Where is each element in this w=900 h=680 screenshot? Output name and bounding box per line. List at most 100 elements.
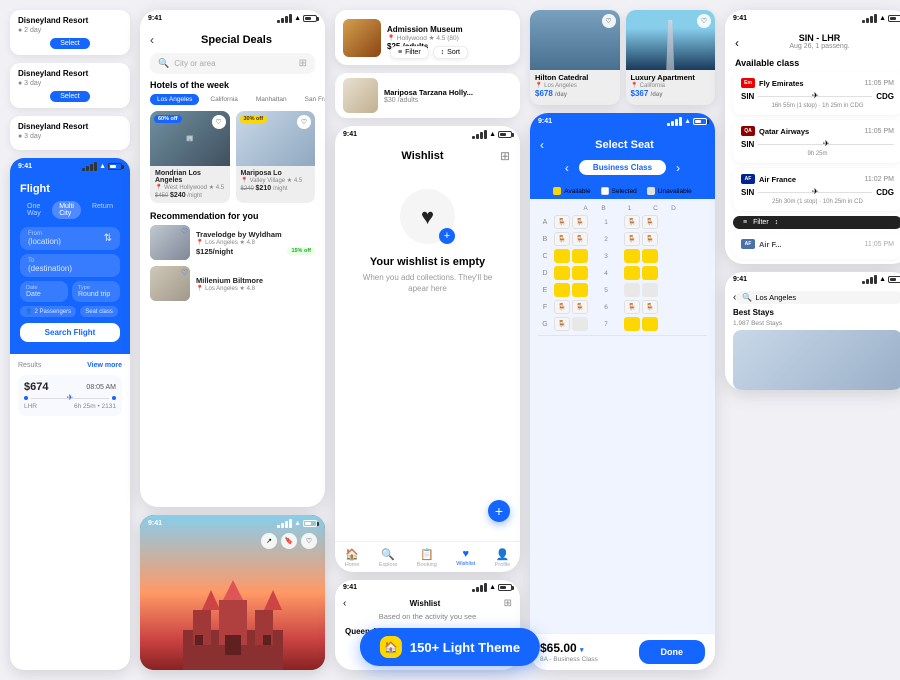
hs-search-bar[interactable]: 🔍 Los Angeles bbox=[736, 291, 900, 304]
sd-filter-icon[interactable]: ⊞ bbox=[299, 58, 307, 69]
seat-E2[interactable] bbox=[572, 283, 588, 297]
to-input[interactable]: To (destination) bbox=[20, 254, 120, 277]
class-next-button[interactable]: › bbox=[676, 161, 680, 175]
seat-G1[interactable]: 🪑 bbox=[554, 317, 570, 331]
sd-back-button[interactable]: ‹ bbox=[150, 33, 154, 47]
castle-background: ↗ 🔖 ♡ bbox=[140, 515, 325, 670]
luxury-apt-card[interactable]: ♡ Luxury Apartment 📍 California $367 /da… bbox=[626, 10, 716, 105]
af2-name: Air F... bbox=[759, 240, 782, 249]
filter-button[interactable]: ≡ Filter bbox=[390, 46, 429, 59]
travelodge-heart-icon[interactable]: ♡ bbox=[181, 227, 188, 236]
airline-card-airfrance[interactable]: AF Air France 11:02 PM SIN ✈ CDG 25h 30m… bbox=[733, 168, 900, 211]
seat-G3[interactable] bbox=[624, 317, 640, 331]
sd-search-bar[interactable]: 🔍 City or area ⊞ bbox=[150, 53, 315, 74]
done-button[interactable]: Done bbox=[639, 640, 706, 664]
city-tab-ca[interactable]: California bbox=[203, 94, 244, 105]
nav-explore[interactable]: 🔍 Explore bbox=[379, 548, 398, 568]
rec-card-travelodge[interactable]: ♡ Travelodge by Wyldham 📍 Los Angeles ★ … bbox=[140, 225, 325, 266]
swap-icon[interactable]: ⇅ bbox=[104, 233, 112, 244]
seat-C4-selected[interactable] bbox=[642, 249, 658, 263]
multi-city-tab[interactable]: Multi City bbox=[52, 201, 81, 219]
castle-bookmark-button[interactable]: 🔖 bbox=[281, 533, 297, 549]
seat-F1[interactable]: 🪑 bbox=[554, 300, 570, 314]
seat-F3[interactable]: 🪑 bbox=[624, 300, 640, 314]
qatar-stop-info: 9h 25m bbox=[741, 151, 894, 157]
seat-F4[interactable]: 🪑 bbox=[642, 300, 658, 314]
wishlist-fab-button[interactable]: + bbox=[488, 500, 510, 522]
legend-selected-icon bbox=[601, 187, 609, 195]
search-flight-button[interactable]: Search Flight bbox=[20, 323, 120, 342]
seat-battery-icon bbox=[693, 118, 707, 125]
nav-home[interactable]: 🏠 Home bbox=[345, 548, 360, 568]
from-input[interactable]: From (location) ⇅ bbox=[20, 227, 120, 250]
seat-B3[interactable]: 🪑 bbox=[624, 232, 640, 246]
airline-card-af2[interactable]: AF Air F... 11:05 PM bbox=[733, 233, 900, 259]
airfrance-time: 11:02 PM bbox=[865, 176, 894, 183]
seat-class-chip[interactable]: Seat class bbox=[80, 306, 118, 317]
seat-D1[interactable] bbox=[554, 266, 570, 280]
view-more-link[interactable]: View more bbox=[87, 362, 122, 369]
row-letter-B: B bbox=[538, 236, 552, 243]
hilton-heart-button[interactable]: ♡ bbox=[602, 14, 616, 28]
seat-A1[interactable]: 🪑 bbox=[554, 215, 570, 229]
sort-button[interactable]: ↕ Sort bbox=[433, 46, 468, 59]
seat-F2[interactable]: 🪑 bbox=[572, 300, 588, 314]
hotel-card-mariposa[interactable]: 30% off ♡ Mariposa Lo 📍 Valley Village ★… bbox=[236, 111, 316, 203]
w2-back-button[interactable]: ‹ bbox=[343, 598, 346, 609]
wishlist-options-icon[interactable]: ⊞ bbox=[500, 149, 510, 163]
mariposa-wishlist-button[interactable]: ♡ bbox=[297, 115, 311, 129]
seat-D2[interactable] bbox=[572, 266, 588, 280]
w2-options-icon[interactable]: ⊞ bbox=[504, 598, 512, 609]
seat-B4[interactable]: 🪑 bbox=[642, 232, 658, 246]
luxury-heart-button[interactable]: ♡ bbox=[697, 14, 711, 28]
hilton-card[interactable]: ♡ Hilton Catedral 📍 Los Angeles $678 /da… bbox=[530, 10, 620, 105]
rec-card-millenium[interactable]: ♡ Millenium Biltmore 📍 Los Angeles ★ 4.8 bbox=[140, 266, 325, 307]
hotel-card-mondrian[interactable]: 🏢 60% off ♡ Mondrian Los Angeles 📍 West … bbox=[150, 111, 230, 203]
city-tab-sf[interactable]: San Franc bbox=[298, 94, 325, 105]
emirates-stop-info: 16h 55m (1 stop) · 1h 25m in CDG bbox=[741, 103, 894, 109]
nav-profile[interactable]: 👤 Profile bbox=[495, 548, 511, 568]
seat-price: $65.00 ▾ bbox=[540, 641, 598, 655]
mondrian-wishlist-button[interactable]: ♡ bbox=[212, 115, 226, 129]
nav-wishlist[interactable]: ♥ Wishlist bbox=[456, 548, 475, 568]
nav-booking[interactable]: 📋 Booking bbox=[417, 548, 437, 568]
select-button-1[interactable]: Select bbox=[50, 38, 89, 49]
airline-card-emirates[interactable]: Em Fly Emirates 11:05 PM SIN ✈ CDG 16h 5… bbox=[733, 72, 900, 115]
mariposa-location: 📍 Valley Village ★ 4.5 bbox=[241, 177, 311, 184]
return-tab[interactable]: Return bbox=[85, 201, 120, 219]
seat-D3[interactable] bbox=[624, 266, 640, 280]
airline-card-qatar[interactable]: QA Qatar Airways 11:05 PM SIN ✈ 9h 25m bbox=[733, 120, 900, 163]
castle-wifi-icon: ▲ bbox=[294, 520, 301, 527]
recommendation-label: Recommendation for you bbox=[140, 203, 325, 225]
select-button-2[interactable]: Select bbox=[50, 91, 89, 102]
seat-B1[interactable]: 🪑 bbox=[554, 232, 570, 246]
seat-G4[interactable] bbox=[642, 317, 658, 331]
class-prev-button[interactable]: ‹ bbox=[565, 161, 569, 175]
roundtrip-input[interactable]: Type Round trip bbox=[72, 281, 120, 302]
seat-C3-selected[interactable] bbox=[624, 249, 640, 263]
hilton-location: 📍 Los Angeles bbox=[535, 82, 615, 89]
sd-search-placeholder: City or area bbox=[174, 59, 215, 68]
seat-E1[interactable] bbox=[554, 283, 570, 297]
city-tab-mn[interactable]: Manhattan bbox=[249, 94, 294, 105]
passengers-chip[interactable]: 👤 2 Passengers bbox=[20, 306, 76, 317]
seat-A2[interactable]: 🪑 bbox=[572, 215, 588, 229]
castle-share-button[interactable]: ↗ bbox=[261, 533, 277, 549]
seat-row-D: D 4 bbox=[538, 266, 707, 280]
seat-A3[interactable]: 🪑 bbox=[624, 215, 640, 229]
seat-C2-selected[interactable] bbox=[572, 249, 588, 263]
castle-status-time: 9:41 bbox=[148, 520, 162, 527]
seat-B2[interactable]: 🪑 bbox=[572, 232, 588, 246]
bottom-navigation: 🏠 Home 🔍 Explore 📋 Booking ♥ Wishlist 👤 bbox=[335, 541, 520, 572]
city-tab-la[interactable]: Los Angeles bbox=[150, 94, 199, 105]
castle-heart-button[interactable]: ♡ bbox=[301, 533, 317, 549]
seat-D4[interactable] bbox=[642, 266, 658, 280]
seat-C1-selected[interactable] bbox=[554, 249, 570, 263]
date-input[interactable]: Date Date bbox=[20, 281, 68, 302]
one-way-tab[interactable]: One Way bbox=[20, 201, 48, 219]
seat-wifi-icon: ▲ bbox=[684, 118, 691, 125]
millenium-heart-icon[interactable]: ♡ bbox=[181, 268, 188, 277]
filter-results-button[interactable]: ≡ Filter ↕ bbox=[733, 216, 900, 229]
wishlist-wifi-icon: ▲ bbox=[489, 131, 496, 138]
seat-A4[interactable]: 🪑 bbox=[642, 215, 658, 229]
